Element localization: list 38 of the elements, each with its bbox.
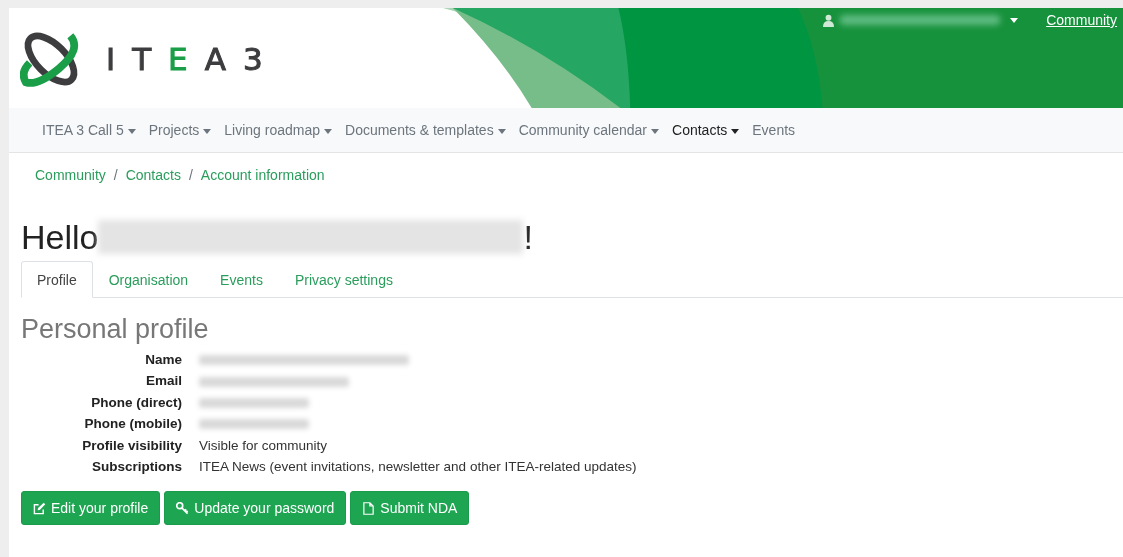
nav-item[interactable]: ITEA 3 Call 5 <box>42 122 136 138</box>
action-button[interactable]: Edit your profile <box>21 491 161 526</box>
field-label: Email <box>144 372 182 391</box>
nav-item[interactable]: Living roadmap <box>224 122 332 138</box>
field-label: Subscriptions <box>91 458 182 477</box>
tab[interactable]: Profile <box>21 261 93 298</box>
nav-item[interactable]: Contacts <box>672 122 740 138</box>
greeting-text: Hello <box>21 217 99 257</box>
edit-icon <box>33 501 46 515</box>
greeting-punctuation: ! <box>523 217 533 257</box>
field-label: Phone (mobile) <box>83 415 182 434</box>
breadcrumb-link[interactable]: Account information <box>200 167 325 183</box>
file-icon <box>362 501 376 515</box>
field-label: Profile visibility <box>81 436 182 455</box>
action-button[interactable]: Update your password <box>164 491 347 526</box>
field-label: Name <box>144 351 182 369</box>
key-icon <box>176 501 190 515</box>
tab[interactable]: Privacy settings <box>278 261 409 298</box>
action-button[interactable]: Submit NDA <box>350 491 470 526</box>
nav-item[interactable]: Projects <box>148 122 212 138</box>
tab[interactable]: Organisation <box>92 261 205 298</box>
user-icon <box>823 13 835 27</box>
nav-item[interactable]: Documents & templates <box>345 122 506 138</box>
logo-text[interactable]: I T E A 3 <box>106 41 280 77</box>
community-link[interactable]: Community <box>1046 12 1117 28</box>
tab[interactable]: Events <box>204 261 279 298</box>
nav-item[interactable]: Community calendar <box>518 122 660 138</box>
breadcrumb-separator: / <box>113 167 118 183</box>
user-menu[interactable] <box>823 13 1019 27</box>
caret-icon <box>1010 17 1019 23</box>
section-title: Personal profile <box>21 314 210 345</box>
field-label: Phone (direct) <box>90 393 182 412</box>
nav-item[interactable]: Events <box>752 122 796 138</box>
breadcrumb-link[interactable]: Community <box>35 167 106 183</box>
field-value: ITEA News (event invitations, newsletter and other ITEA-related updates) <box>199 458 638 477</box>
breadcrumb-link[interactable]: Contacts <box>125 167 181 183</box>
breadcrumb-separator: / <box>188 167 193 183</box>
field-value: Visible for community <box>199 436 329 455</box>
